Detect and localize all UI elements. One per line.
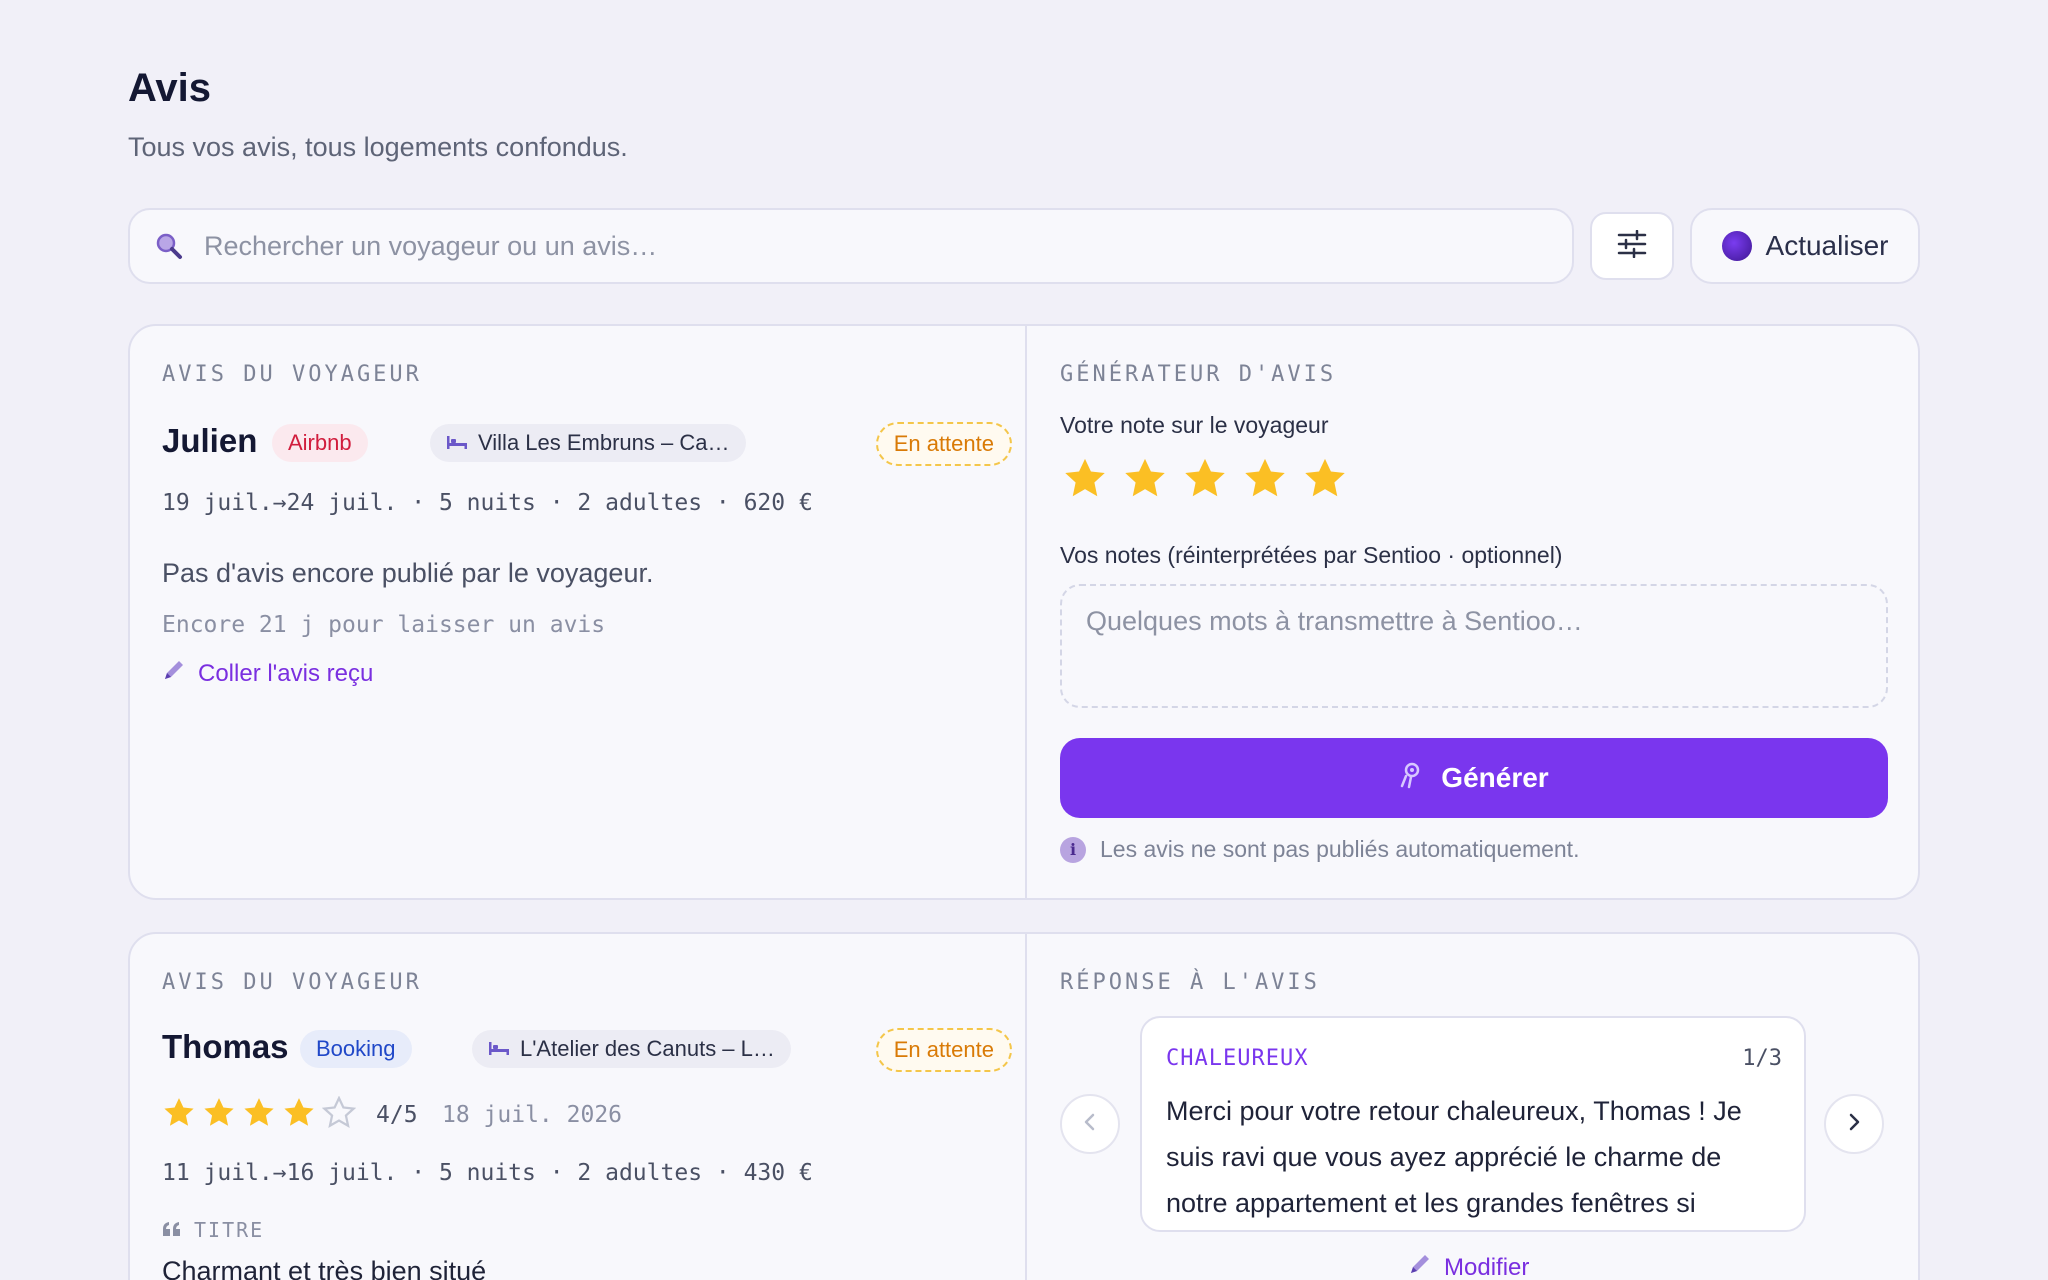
- notes-label: Vos notes (réinterprétées par Sentioo · …: [1060, 542, 1563, 568]
- pen-icon: [162, 658, 186, 689]
- card-divider: [1025, 326, 1027, 898]
- notes-input[interactable]: [1060, 584, 1888, 708]
- quote-icon: [162, 1218, 182, 1242]
- edit-reply-label: Modifier: [1444, 1253, 1530, 1280]
- reply-tone: CHALEUREUX: [1166, 1046, 1309, 1071]
- info-text: Les avis ne sont pas publiés automatique…: [1100, 836, 1580, 862]
- sliders-icon: [1617, 229, 1647, 263]
- guest-review-label: AVIS DU VOYAGEUR: [162, 970, 422, 995]
- info-icon: i: [1060, 836, 1086, 863]
- title-label: TITRE: [162, 1218, 264, 1242]
- filter-button[interactable]: [1590, 212, 1674, 280]
- listing-name: Villa Les Embruns – Ca…: [478, 430, 730, 455]
- status-badge: En attente: [875, 422, 1012, 466]
- generator-label: GÉNÉRATEUR D'AVIS: [1060, 362, 1337, 387]
- previous-reply-button[interactable]: [1060, 1094, 1120, 1154]
- guest-rating-empty-star-icon: [322, 1096, 356, 1128]
- review-card: AVIS DU VOYAGEUR Julien Airbnb Villa Les…: [128, 324, 1920, 900]
- next-reply-button[interactable]: [1824, 1094, 1884, 1154]
- reply-counter: 1/3: [1742, 1046, 1782, 1071]
- page-title: Avis: [128, 66, 212, 110]
- paste-review-label: Coller l'avis reçu: [198, 659, 374, 687]
- guest-name: Thomas: [162, 1028, 289, 1065]
- reply-suggestion-card[interactable]: CHALEUREUX 1/3 Merci pour votre retour c…: [1140, 1016, 1806, 1232]
- guest-rating-filled-star-icon: [164, 1098, 194, 1126]
- review-date: 18 juil. 2026: [442, 1102, 623, 1128]
- bed-icon: [446, 430, 468, 456]
- generate-label: Générer: [1441, 762, 1549, 793]
- guest-rating-stars: [162, 1096, 356, 1130]
- guest-rating-filled-star-icon: [284, 1098, 314, 1126]
- search-bar[interactable]: [128, 208, 1574, 284]
- bed-icon: [488, 1036, 510, 1062]
- host-rating-stars[interactable]: [1062, 456, 1348, 502]
- card-divider: [1025, 934, 1027, 1280]
- refresh-button[interactable]: Actualiser: [1690, 208, 1920, 284]
- listing-badge[interactable]: L'Atelier des Canuts – L…: [472, 1030, 791, 1068]
- sparkle-icon: [1399, 761, 1423, 796]
- listing-badge[interactable]: Villa Les Embruns – Ca…: [430, 424, 746, 462]
- page-subtitle: Tous vos avis, tous logements confondus.: [128, 132, 628, 162]
- review-card: AVIS DU VOYAGEUR Thomas Booking L'Atelie…: [128, 932, 1920, 1280]
- guest-rating-filled-star-icon: [244, 1098, 274, 1126]
- info-note: i Les avis ne sont pas publiés automatiq…: [1060, 836, 1579, 863]
- search-input[interactable]: [204, 230, 1504, 262]
- platform-badge: Booking: [300, 1030, 412, 1068]
- listing-name: L'Atelier des Canuts – L…: [520, 1036, 775, 1061]
- search-icon: [154, 231, 184, 261]
- stay-details: 11 juil.→16 juil. · 5 nuits · 2 adultes …: [162, 1160, 813, 1186]
- generate-button[interactable]: Générer: [1060, 738, 1888, 818]
- stay-details: 19 juil.→24 juil. · 5 nuits · 2 adultes …: [162, 490, 813, 516]
- guest-review-label: AVIS DU VOYAGEUR: [162, 362, 422, 387]
- rating-value: 4/5: [376, 1102, 418, 1128]
- host-rating-label: Votre note sur le voyageur: [1060, 412, 1329, 438]
- reply-section-label: RÉPONSE À L'AVIS: [1060, 970, 1320, 995]
- review-title: Charmant et très bien situé: [162, 1256, 487, 1280]
- pen-icon: [1408, 1252, 1432, 1280]
- refresh-icon: [1721, 231, 1752, 261]
- status-badge: En attente: [875, 1028, 1012, 1072]
- refresh-label: Actualiser: [1765, 230, 1889, 261]
- guest-rating-filled-star-icon: [204, 1098, 234, 1126]
- host-rating-filled-star-icon[interactable]: [1302, 456, 1348, 502]
- guest-name: Julien: [162, 422, 258, 459]
- host-rating-filled-star-icon[interactable]: [1182, 456, 1228, 502]
- reply-text: Merci pour votre retour chaleureux, Thom…: [1166, 1096, 1742, 1218]
- host-rating-filled-star-icon[interactable]: [1242, 456, 1288, 502]
- platform-badge: Airbnb: [272, 424, 368, 462]
- empty-review-message: Pas d'avis encore publié par le voyageur…: [162, 558, 654, 588]
- chevron-left-icon: [1082, 1111, 1098, 1138]
- paste-review-link[interactable]: Coller l'avis reçu: [162, 658, 373, 689]
- host-rating-filled-star-icon[interactable]: [1122, 456, 1168, 502]
- review-countdown: Encore 21 j pour laisser un avis: [162, 612, 606, 638]
- edit-reply-link[interactable]: Modifier: [1408, 1252, 1529, 1280]
- chevron-right-icon: [1846, 1111, 1862, 1138]
- host-rating-filled-star-icon[interactable]: [1062, 456, 1108, 502]
- title-label-text: TITRE: [194, 1218, 265, 1242]
